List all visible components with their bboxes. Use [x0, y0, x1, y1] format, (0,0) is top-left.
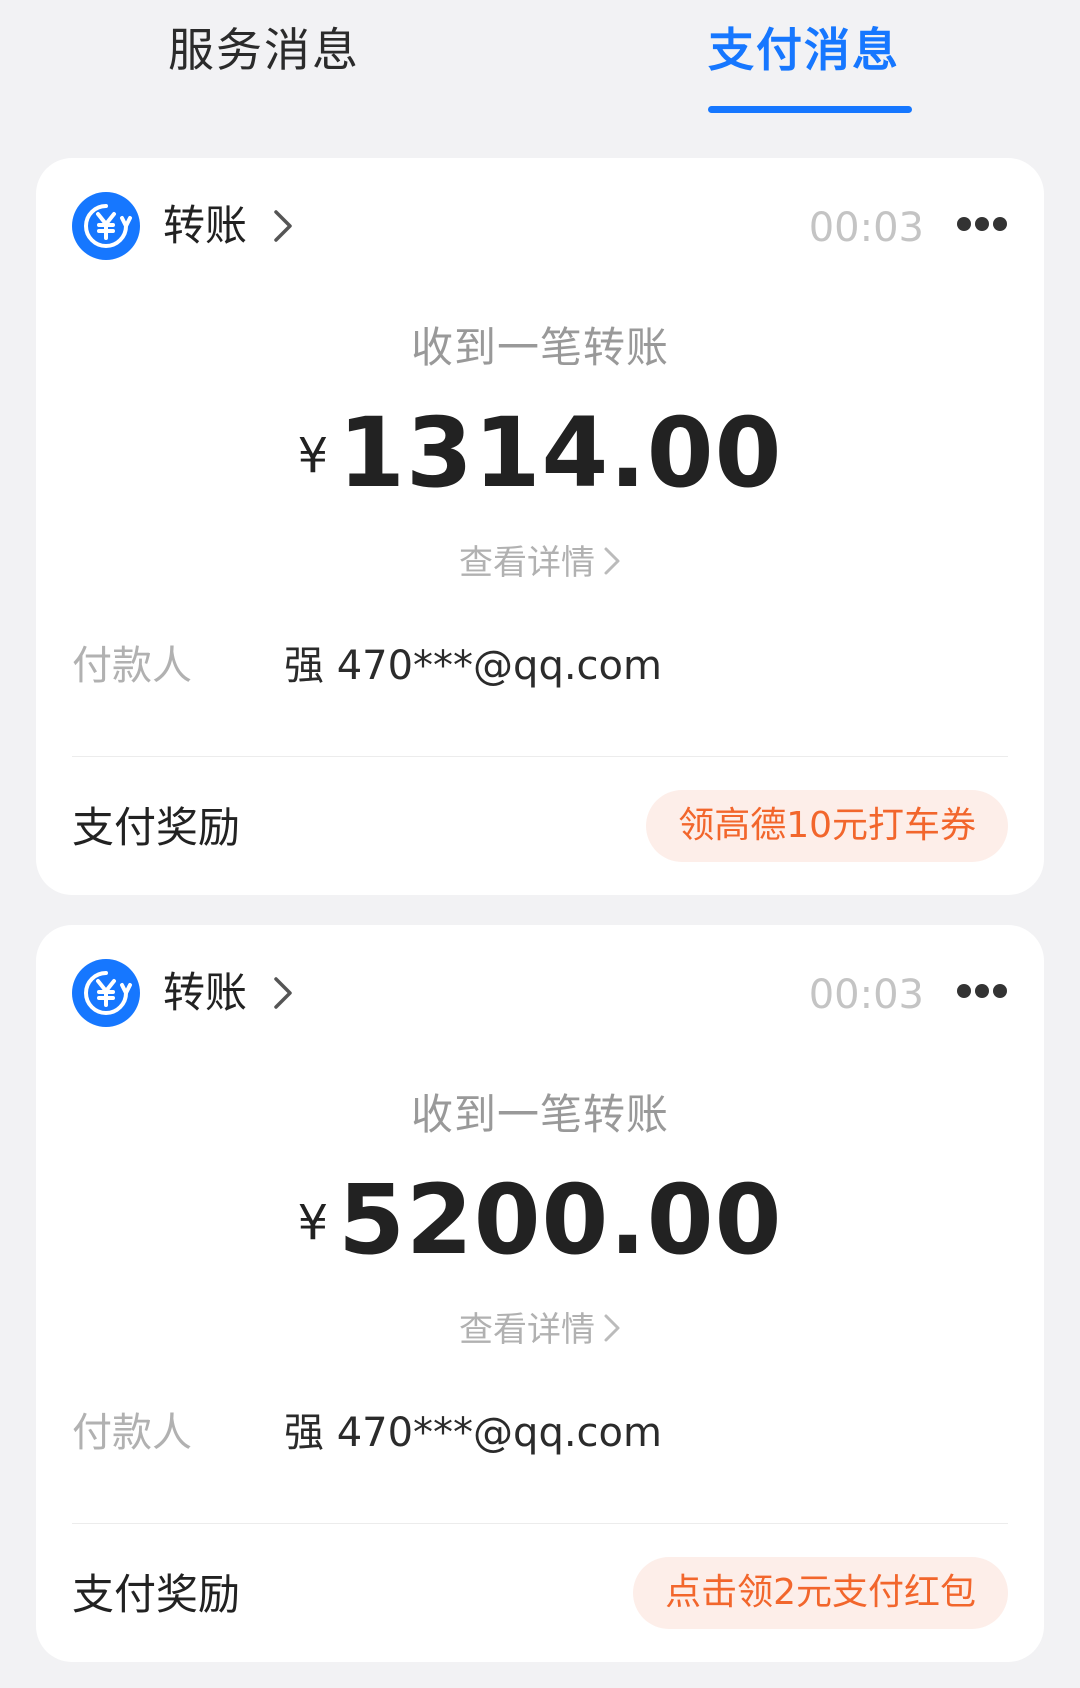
- payer-label: 付款人: [72, 1410, 192, 1456]
- transfer-card[interactable]: 转账 00:03 收到一笔转账 ¥5200.00 查看详情 付款人 强 470*…: [36, 925, 1044, 1662]
- payer-value: 强 470***@qq.com: [284, 1410, 662, 1456]
- card-type-label[interactable]: 转账: [163, 963, 247, 1023]
- reward-button[interactable]: 领高德10元打车券: [646, 790, 1008, 862]
- transfer-title: 收到一笔转账: [410, 323, 669, 372]
- message-tabs: 服务消息 支付消息: [0, 0, 1080, 120]
- chevron-right-icon[interactable]: [272, 975, 294, 1011]
- card-time: 00:03: [808, 205, 924, 251]
- more-icon[interactable]: [956, 216, 1008, 232]
- amount-value: 5200.00: [338, 1164, 783, 1276]
- view-details-link[interactable]: 查看详情: [36, 1305, 1044, 1355]
- currency-symbol: ¥: [297, 1195, 329, 1251]
- transfer-title: 收到一笔转账: [410, 1090, 669, 1139]
- chevron-right-icon: [604, 1314, 620, 1342]
- transfer-icon: [72, 959, 140, 1027]
- chevron-right-icon: [604, 547, 620, 575]
- divider: [72, 756, 1008, 757]
- view-details-label: 查看详情: [459, 1310, 595, 1350]
- view-details-label: 查看详情: [459, 543, 595, 583]
- payer-label: 付款人: [72, 643, 192, 689]
- divider: [72, 1523, 1008, 1524]
- reward-button[interactable]: 点击领2元支付红包: [633, 1557, 1008, 1629]
- currency-symbol: ¥: [297, 428, 329, 484]
- payer-value: 强 470***@qq.com: [284, 643, 662, 689]
- card-type-label[interactable]: 转账: [163, 196, 247, 256]
- amount-row: ¥5200.00: [36, 1165, 1044, 1275]
- amount-value: 1314.00: [338, 397, 783, 509]
- reward-label: 支付奖励: [72, 1570, 241, 1619]
- transfer-icon: [72, 192, 140, 260]
- amount-row: ¥1314.00: [36, 398, 1044, 508]
- chevron-right-icon[interactable]: [272, 208, 294, 244]
- reward-label: 支付奖励: [72, 803, 241, 852]
- active-tab-indicator: [708, 106, 912, 113]
- transfer-card[interactable]: 转账 00:03 收到一笔转账 ¥1314.00 查看详情 付款人 强 470*…: [36, 158, 1044, 895]
- view-details-link[interactable]: 查看详情: [36, 538, 1044, 588]
- card-time: 00:03: [808, 972, 924, 1018]
- tab-payment-messages[interactable]: 支付消息: [708, 18, 900, 82]
- more-icon[interactable]: [956, 983, 1008, 999]
- tab-service-messages[interactable]: 服务消息: [168, 18, 360, 82]
